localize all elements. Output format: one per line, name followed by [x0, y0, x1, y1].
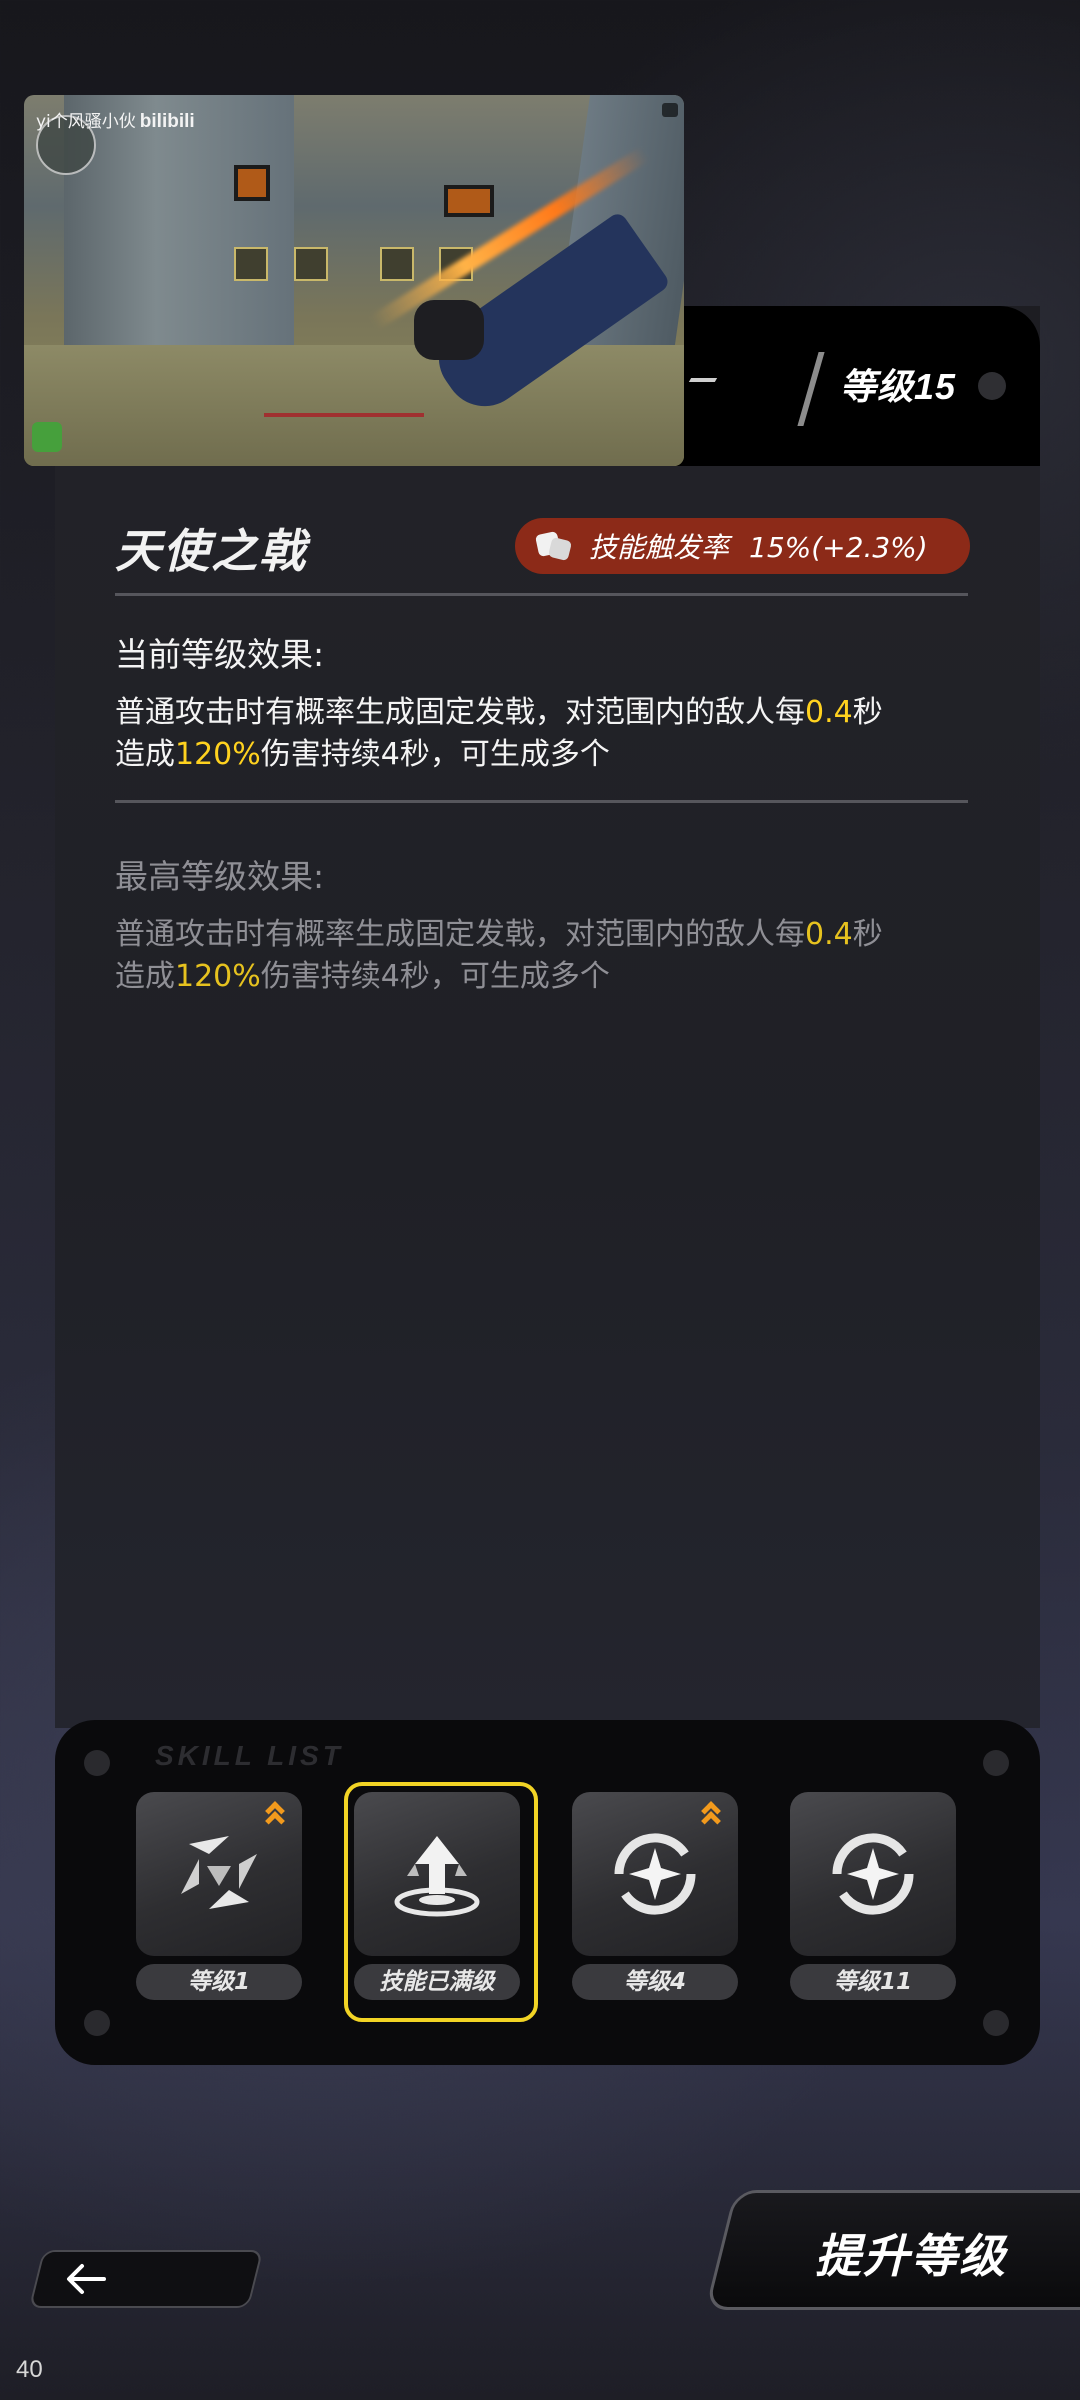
desc-text: 秒 — [852, 917, 883, 952]
trigger-rate-badge: 技能触发率 15%(+2.3%) — [515, 518, 970, 574]
page-number: 40 — [16, 2356, 43, 2383]
skill-slot-label: 等级11 — [790, 1964, 956, 2000]
desc-text: 普通攻击时有概率生成固定发戟，对范围内的敌人每 — [115, 695, 805, 730]
hud-health-ammo — [32, 400, 152, 460]
tab-accent-mark — [688, 378, 718, 382]
compass-star-icon — [832, 1833, 914, 1915]
desc-text: 普通攻击时有概率生成固定发戟，对范围内的敌人每 — [115, 917, 805, 952]
watermark-channel: yi个风骚小伙 — [36, 112, 136, 132]
trigger-rate-value: 15%(+2.3%) — [749, 531, 928, 564]
tray-screw — [84, 2010, 110, 2036]
desc-text: 伤害持续4秒，可生成多个 — [260, 959, 610, 994]
trigger-rate-text: 技能触发率 15%(+2.3%) — [589, 526, 928, 566]
dice-icon — [534, 529, 573, 563]
hud-skill-icon — [294, 247, 328, 281]
compass-star-icon — [614, 1833, 696, 1915]
skill-slot-label: 等级4 — [572, 1964, 738, 2000]
desc-text: 伤害持续4秒，可生成多个 — [260, 737, 610, 772]
hud-skill-icon — [234, 247, 268, 281]
scene-wall-left — [64, 95, 294, 355]
skill-slot-1[interactable]: 等级1 — [136, 1792, 302, 2004]
current-effect-heading: 当前等级效果: — [115, 635, 325, 674]
level-tab: 等级15 — [660, 306, 1040, 466]
desc-text: 秒 — [852, 695, 883, 730]
desc-damage-value: 120% — [175, 737, 261, 772]
skill-preview-video[interactable]: yi个风骚小伙 bilibili — [24, 95, 684, 466]
upgrade-available-icon — [698, 1800, 728, 1831]
skill-card — [572, 1792, 738, 1956]
scene-crate — [234, 165, 270, 201]
tray-screw — [983, 2010, 1009, 2036]
max-effect-heading: 最高等级效果: — [115, 857, 325, 896]
skill-card — [136, 1792, 302, 1956]
arrow-left-icon[interactable] — [64, 2261, 108, 2297]
scene-crate — [444, 185, 494, 217]
desc-interval-value: 0.4 — [805, 695, 853, 730]
desc-text: 造成 — [115, 737, 175, 772]
upgrade-level-label[interactable]: 提升等级 — [815, 2220, 1007, 2286]
tab-dot-indicator — [978, 372, 1006, 400]
skill-slot-2[interactable]: 技能已满级 — [344, 1782, 538, 2022]
watermark-site: bilibili — [139, 111, 195, 132]
desc-text: 造成 — [115, 959, 175, 994]
skill-card — [790, 1792, 956, 1956]
skill-card — [354, 1792, 520, 1956]
blade-swirl-icon — [181, 1836, 257, 1909]
trigger-rate-label: 技能触发率 — [589, 531, 730, 564]
current-level-label: 等级15 — [840, 366, 957, 407]
hud-alert-bar — [264, 413, 424, 417]
player-glove — [414, 300, 484, 360]
skill-tray: SKILL LIST 等级1 技能已满级 等级4 等级11 — [55, 1720, 1040, 2065]
skill-slot-3[interactable]: 等级4 — [572, 1792, 738, 2004]
max-effect-description: 普通攻击时有概率生成固定发戟，对范围内的敌人每0.4秒造成120%伤害持续4秒，… — [115, 914, 975, 998]
divider — [115, 800, 968, 803]
desc-interval-value: 0.4 — [805, 917, 853, 952]
current-effect-description: 普通攻击时有概率生成固定发戟，对范围内的敌人每0.4秒造成120%伤害持续4秒，… — [115, 692, 975, 776]
hud-skill-icon — [380, 247, 414, 281]
divider — [115, 593, 968, 596]
skill-slot-label: 技能已满级 — [354, 1964, 520, 2000]
tab-divider-slash — [797, 352, 825, 426]
tray-screw — [84, 1750, 110, 1776]
skill-name: 天使之戟 — [115, 524, 307, 578]
rising-arrow-icon — [394, 1836, 480, 1917]
skill-slot-label: 等级1 — [136, 1964, 302, 2000]
tray-screw — [983, 1750, 1009, 1776]
health-icon — [32, 422, 62, 452]
video-control-icon[interactable] — [662, 103, 678, 117]
tray-logo: SKILL LIST — [155, 1740, 344, 1771]
desc-damage-value: 120% — [175, 959, 261, 994]
video-watermark: yi个风骚小伙 bilibili — [36, 107, 195, 133]
skill-slot-4[interactable]: 等级11 — [790, 1792, 956, 2004]
upgrade-available-icon — [262, 1800, 292, 1831]
